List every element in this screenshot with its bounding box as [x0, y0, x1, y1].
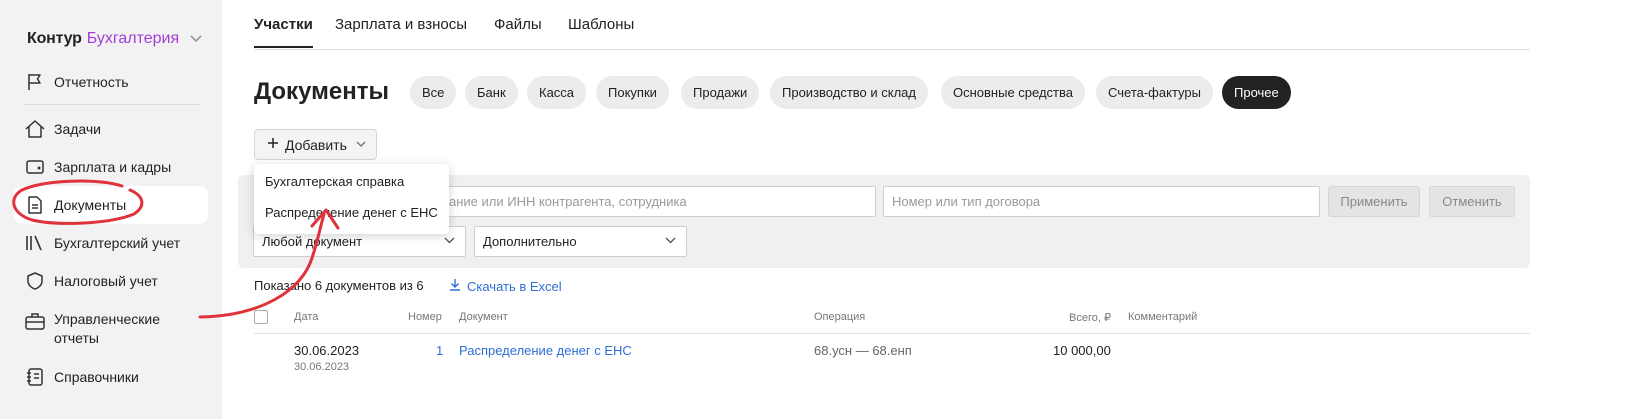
tab-sections[interactable]: Участки: [254, 16, 313, 48]
row-document-link[interactable]: Распределение денег с ЕНС: [459, 343, 632, 358]
column-header-comment[interactable]: Комментарий: [1128, 311, 1197, 323]
wallet-icon: [24, 156, 46, 178]
sidebar-item-accounting[interactable]: Бухгалтерский учет: [14, 224, 208, 262]
add-dropdown-menu: Бухгалтерская справка Распределение дене…: [254, 164, 449, 234]
chevron-down-icon: [665, 235, 676, 247]
chip-cash[interactable]: Касса: [527, 76, 587, 109]
search-input[interactable]: ание или ИНН контрагента, сотрудника: [440, 186, 876, 217]
menu-item-accounting-certificate[interactable]: Бухгалтерская справка: [265, 174, 404, 189]
download-icon: [449, 278, 461, 294]
sidebar-item-label: Зарплата и кадры: [54, 158, 172, 175]
chip-production-warehouse[interactable]: Производство и склад: [770, 76, 928, 109]
product-name: Бухгалтерия: [86, 30, 180, 47]
menu-item-ens-distribution[interactable]: Распределение денег с ЕНС: [265, 205, 438, 220]
sidebar: Контур Бухгалтерия Отчетность Задачи Зар…: [0, 0, 222, 419]
chip-invoices[interactable]: Счета-фактуры: [1096, 76, 1213, 109]
top-tabs: Участки Зарплата и взносы Файлы Шаблоны: [254, 0, 1530, 50]
plus-icon: [267, 136, 279, 154]
sidebar-item-documents[interactable]: Документы: [14, 186, 208, 224]
column-header-document[interactable]: Документ: [459, 311, 508, 323]
sidebar-item-tax[interactable]: Налоговый учет: [14, 262, 208, 300]
home-icon: [24, 118, 46, 140]
brand-name: Контур: [27, 30, 82, 47]
column-header-date[interactable]: Дата: [294, 311, 318, 323]
document-icon: [24, 194, 46, 216]
chip-purchases[interactable]: Покупки: [596, 76, 669, 109]
tab-salary-and-contributions[interactable]: Зарплата и взносы: [335, 16, 467, 33]
sidebar-item-label: Справочники: [54, 368, 139, 385]
row-date: 30.06.2023: [294, 343, 360, 358]
apply-button[interactable]: Применить: [1328, 186, 1420, 217]
sidebar-item-references[interactable]: Справочники: [14, 358, 208, 396]
page-title: Документы: [254, 78, 389, 105]
briefcase-icon: [24, 310, 46, 332]
documents-count: Показано 6 документов из 6: [254, 278, 424, 293]
sidebar-item-label: Управленческие отчеты: [54, 311, 161, 346]
tab-templates[interactable]: Шаблоны: [568, 16, 634, 33]
row-operation: 68.усн — 68.енп: [814, 343, 912, 358]
sidebar-item-tasks[interactable]: Задачи: [14, 110, 208, 148]
chevron-down-icon[interactable]: [190, 32, 202, 46]
chip-sales[interactable]: Продажи: [681, 76, 760, 109]
document-type-value: Любой документ: [262, 234, 363, 249]
app-logo[interactable]: Контур Бухгалтерия: [27, 30, 202, 48]
sidebar-item-reporting[interactable]: Отчетность: [14, 63, 208, 101]
tab-files[interactable]: Файлы: [494, 16, 542, 33]
books-icon: [24, 232, 46, 254]
row-number[interactable]: 1: [436, 343, 443, 358]
chevron-down-icon: [356, 139, 366, 151]
column-header-number[interactable]: Номер: [408, 311, 442, 323]
column-header-operation[interactable]: Операция: [814, 311, 865, 323]
add-button[interactable]: Добавить: [254, 129, 377, 160]
row-total: 10 000,00: [1053, 343, 1111, 358]
additional-filter-value: Дополнительно: [483, 234, 577, 249]
additional-filter-select[interactable]: Дополнительно: [474, 226, 687, 257]
sidebar-item-label: Бухгалтерский учет: [54, 234, 181, 251]
sidebar-item-label: Налоговый учет: [54, 272, 158, 289]
sidebar-item-label: Задачи: [54, 120, 102, 137]
row-date-secondary: 30.06.2023: [294, 361, 350, 373]
flag-icon: [24, 71, 46, 93]
sidebar-item-management-reports[interactable]: Управленческие отчеты: [14, 304, 208, 350]
add-button-label: Добавить: [285, 136, 347, 153]
chip-bank[interactable]: Банк: [465, 76, 518, 109]
sidebar-item-salary[interactable]: Зарплата и кадры: [14, 148, 208, 186]
column-header-total[interactable]: Всего, ₽: [1069, 311, 1111, 324]
sidebar-divider: [24, 104, 200, 105]
download-excel-link[interactable]: Скачать в Excel: [449, 278, 562, 294]
chip-other[interactable]: Прочее: [1222, 76, 1291, 109]
cancel-button[interactable]: Отменить: [1429, 186, 1515, 217]
chip-fixed-assets[interactable]: Основные средства: [941, 76, 1085, 109]
chip-all[interactable]: Все: [410, 76, 457, 109]
download-excel-label: Скачать в Excel: [467, 278, 562, 294]
shield-icon: [24, 270, 46, 292]
table-divider: [254, 333, 1530, 334]
sidebar-item-label: Документы: [54, 196, 127, 213]
contract-input[interactable]: Номер или тип договора: [883, 186, 1320, 217]
sidebar-item-label: Отчетность: [54, 73, 129, 90]
notebook-icon: [24, 366, 46, 388]
chevron-down-icon: [444, 235, 455, 247]
select-all-checkbox[interactable]: [254, 310, 268, 324]
